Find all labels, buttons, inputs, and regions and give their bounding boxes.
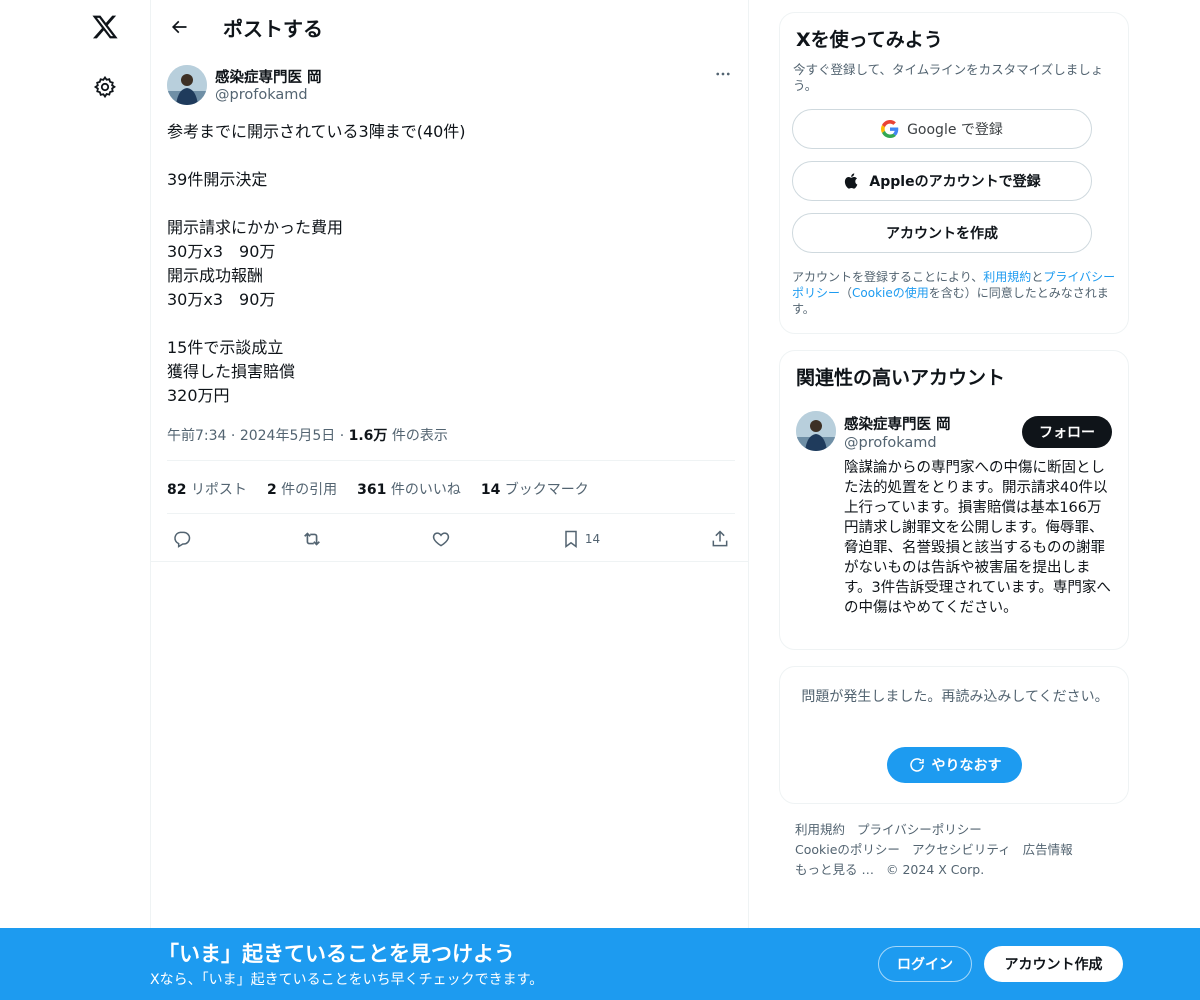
related-accounts-card: 関連性の高いアカウント 感染症専門医 岡 @profokamd フォロー 陰謀論… <box>779 350 1129 650</box>
login-button[interactable]: ログイン <box>878 946 972 982</box>
retry-label: やりなおす <box>931 758 1002 774</box>
repost-icon <box>303 532 320 546</box>
follow-button[interactable]: フォロー <box>1022 416 1112 448</box>
refresh-icon <box>909 758 924 772</box>
footer-link[interactable]: 利用規約 <box>795 822 845 837</box>
footer-link[interactable]: Cookieのポリシー <box>795 842 900 857</box>
copyright: © 2024 X Corp. <box>885 862 985 877</box>
like-button[interactable] <box>426 524 456 554</box>
bottom-bar-title: 「いま」起きていることを見つけよう <box>158 942 515 966</box>
create-account-button[interactable]: アカウントを作成 <box>792 213 1092 253</box>
signup-title: Xを使ってみよう <box>796 29 943 51</box>
quotes-stat[interactable]: 2 件の引用 <box>267 479 337 499</box>
tweet-date[interactable]: 2024年5月5日 <box>240 428 335 444</box>
footer-link[interactable]: 広告情報 <box>1023 842 1073 857</box>
apple-signup-label: Appleのアカウントで登録 <box>869 174 1041 190</box>
gear-icon[interactable] <box>89 71 121 103</box>
repost-button[interactable] <box>297 524 327 554</box>
divider <box>151 561 749 562</box>
footer-link[interactable]: プライバシーポリシー <box>857 822 982 837</box>
footer-link[interactable]: アクセシビリティ <box>912 842 1011 857</box>
bookmark-icon <box>565 530 577 548</box>
tweet-text: 参考までに開示されている3陣まで(40件) 39件開示決定 開示請求にかかった費… <box>167 122 466 405</box>
more-icon[interactable] <box>711 62 735 86</box>
footer-link[interactable]: もっと見る … <box>795 862 874 877</box>
avatar[interactable] <box>796 411 836 451</box>
reply-icon <box>174 531 191 548</box>
main-column: ポストする 感染症専門医 岡 @profokamd 参考までに開示されている3陣… <box>150 0 749 1000</box>
bookmark-button[interactable]: 14 <box>556 524 606 554</box>
share-button[interactable] <box>705 524 735 554</box>
page-header: ポストする <box>151 0 749 54</box>
related-handle[interactable]: @profokamd <box>844 435 937 451</box>
share-icon <box>712 530 728 547</box>
x-logo-icon[interactable] <box>88 10 122 44</box>
page-title: ポストする <box>223 17 323 41</box>
likes-stat[interactable]: 361 件のいいね <box>357 479 461 499</box>
error-message: 問題が発生しました。再読み込みしてください。 <box>801 689 1109 705</box>
google-signup-label: Google で登録 <box>907 122 1003 138</box>
reply-button[interactable] <box>167 524 197 554</box>
retry-button[interactable]: やりなおす <box>887 747 1022 783</box>
left-nav <box>0 0 150 1000</box>
divider <box>167 513 735 514</box>
related-title: 関連性の高いアカウント <box>796 367 1006 389</box>
views-label: 件の表示 <box>391 428 448 444</box>
back-arrow-icon <box>171 20 187 34</box>
tweet-time[interactable]: 午前7:34 <box>167 428 226 444</box>
related-bio: 陰謀論からの専門家への中傷に断固とした法的処置をとります。開示請求40件以上行っ… <box>844 460 1111 616</box>
google-icon <box>881 120 899 138</box>
bookmarks-stat[interactable]: 14 ブックマーク <box>481 479 589 499</box>
google-signup-button[interactable]: Google で登録 <box>792 109 1092 149</box>
tweet-meta: 午前7:34 · 2024年5月5日 · 1.6万 件の表示 <box>167 428 448 444</box>
back-button[interactable] <box>163 11 195 43</box>
author-name[interactable]: 感染症専門医 岡 <box>215 66 322 87</box>
apple-signup-button[interactable]: Appleのアカウントで登録 <box>792 161 1092 201</box>
bottom-signup-bar: 「いま」起きていることを見つけよう Xなら、「いま」起きていることをいち早くチェ… <box>0 928 1200 1000</box>
tweet-stats: 82 リポスト 2 件の引用 361 件のいいね 14 ブックマーク <box>167 479 589 499</box>
like-icon <box>432 532 450 547</box>
author-handle[interactable]: @profokamd <box>215 87 308 103</box>
divider <box>167 460 735 461</box>
related-name[interactable]: 感染症専門医 岡 <box>844 413 951 434</box>
error-card: 問題が発生しました。再読み込みしてください。 やりなおす <box>779 666 1129 804</box>
reposts-stat[interactable]: 82 リポスト <box>167 479 247 499</box>
avatar[interactable] <box>167 65 207 105</box>
views-count: 1.6万 <box>348 428 388 444</box>
tweet-actions: 14 <box>167 524 735 554</box>
bookmark-count: 14 <box>584 532 601 546</box>
bottom-bar-subtitle: Xなら、「いま」起きていることをいち早くチェックできます。 <box>150 972 544 988</box>
signup-button[interactable]: アカウント作成 <box>984 946 1123 982</box>
footer-links: 利用規約 プライバシーポリシー Cookieのポリシー アクセシビリティ 広告情報 も… <box>795 820 1125 880</box>
cookie-link[interactable]: Cookieの使用 <box>852 286 929 300</box>
signup-card: Xを使ってみよう 今すぐ登録して、タイムラインをカスタマイズしましょう。 Goo… <box>779 12 1129 334</box>
legal-notice: アカウントを登録することにより、利用規約とプライバシーポリシー（Cookieの使… <box>792 270 1116 316</box>
signup-subtitle: 今すぐ登録して、タイムラインをカスタマイズしましょう。 <box>793 62 1104 93</box>
terms-link[interactable]: 利用規約 <box>983 270 1031 284</box>
apple-icon <box>845 173 858 189</box>
